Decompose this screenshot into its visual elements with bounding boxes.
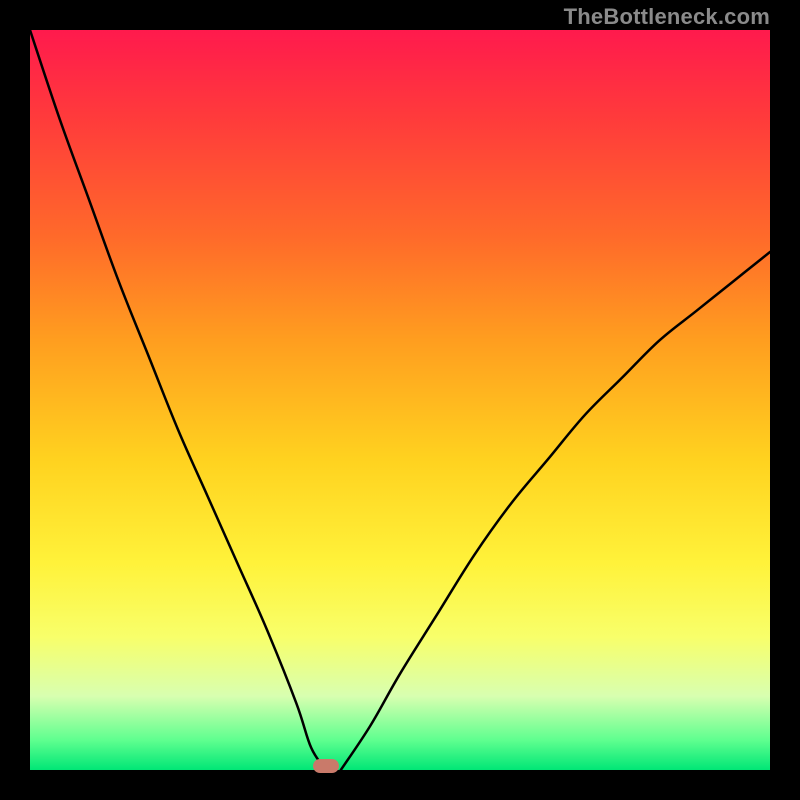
watermark-text: TheBottleneck.com [564,4,770,30]
curve-right-branch [341,252,770,770]
curve-left-branch [30,30,326,770]
plot-area [30,30,770,770]
chart-frame: TheBottleneck.com [0,0,800,800]
min-marker [313,759,339,773]
bottleneck-curve [30,30,770,770]
